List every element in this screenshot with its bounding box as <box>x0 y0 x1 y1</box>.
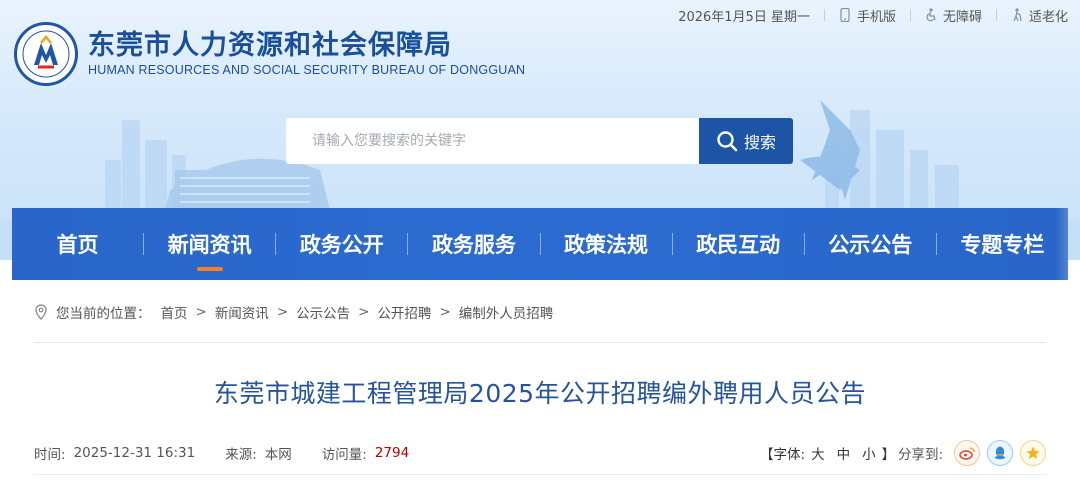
breadcrumb-separator: > <box>358 304 370 320</box>
font-size-large[interactable]: 大 <box>811 443 825 463</box>
nav-item-label: 政务公开 <box>299 233 384 257</box>
weibo-share-button[interactable] <box>954 440 981 466</box>
search-bar: 搜索 <box>286 118 793 164</box>
mobile-version-label: 手机版 <box>856 9 896 25</box>
breadcrumb-news[interactable]: 新闻资讯 <box>215 302 269 322</box>
qzone-share-button[interactable] <box>1020 440 1047 466</box>
search-button[interactable]: 搜索 <box>699 118 793 164</box>
views-label: 访问量: <box>321 447 367 463</box>
accessibility-link[interactable]: 无障碍 <box>925 6 982 25</box>
weibo-icon <box>959 447 975 460</box>
share-label: 分享到: <box>898 447 944 463</box>
site-name-cn: 东莞市人力资源和社会保障局 <box>88 30 452 61</box>
divider <box>909 9 911 21</box>
qq-share-button[interactable] <box>987 440 1014 466</box>
breadcrumb-home[interactable]: 首页 <box>161 302 188 322</box>
star-icon <box>1026 446 1040 459</box>
article-meta: 时间: 2025-12-31 16:31 来源: 本网 访问量: 2794 <box>34 443 409 463</box>
search-button-label: 搜索 <box>743 133 776 152</box>
divider <box>34 474 1046 475</box>
search-icon <box>717 131 738 152</box>
source-label: 来源: <box>225 447 257 463</box>
top-utility-bar: 2026年1月5日 星期一 手机版 无障碍 适老化 <box>678 6 1068 25</box>
breadcrumb: 您当前的位置： 首页 > 新闻资讯 > 公示公告 > 公开招聘 > 编制外人员招… <box>34 302 553 322</box>
mobile-icon <box>840 8 850 22</box>
breadcrumb-separator: > <box>439 304 451 320</box>
site-logo[interactable]: 东莞市人力资源和社会保障局 HUMAN RESOURCES AND SOCIAL… <box>14 22 525 86</box>
publish-time: 2025-12-31 16:31 <box>73 445 196 461</box>
font-size-label: 【字体: <box>760 447 806 463</box>
nav-item-label: 政务服务 <box>431 233 516 257</box>
nav-item-label: 政策法规 <box>564 233 649 257</box>
breadcrumb-separator: > <box>276 304 289 320</box>
bureau-emblem <box>14 22 78 86</box>
nav-item-home[interactable]: 首页 <box>12 229 143 259</box>
breadcrumb-recruitment[interactable]: 公开招聘 <box>377 302 431 322</box>
font-size-medium[interactable]: 中 <box>837 443 851 463</box>
divider <box>34 342 1046 343</box>
font-size-control: 【字体: 大 中 小 】 <box>760 443 895 463</box>
breadcrumb-non-staff-recruitment[interactable]: 编制外人员招聘 <box>459 302 554 322</box>
breadcrumb-separator: > <box>195 304 207 320</box>
breadcrumb-prefix: 您当前的位置： <box>56 306 151 322</box>
accessibility-icon <box>926 8 936 22</box>
article-title: 东莞市城建工程管理局2025年公开招聘编外聘用人员公告 <box>213 379 867 408</box>
current-date: 2026年1月5日 星期一 <box>678 9 810 25</box>
time-label: 时间: <box>34 447 66 463</box>
site-name-en: HUMAN RESOURCES AND SOCIAL SECURITY BURE… <box>88 63 526 77</box>
source-value: 本网 <box>264 447 292 463</box>
qq-icon <box>995 446 1006 460</box>
nav-item-label: 新闻资讯 <box>167 233 252 257</box>
nav-item-label: 公示公告 <box>828 233 913 257</box>
search-input[interactable] <box>286 118 699 164</box>
nav-edge-decoration <box>1056 208 1068 280</box>
accessibility-label: 无障碍 <box>942 9 982 25</box>
elderly-mode-link[interactable]: 适老化 <box>1011 6 1068 25</box>
nav-item-label: 专题专栏 <box>960 233 1045 257</box>
divider <box>995 9 997 21</box>
nav-item-policies[interactable]: 政策法规 <box>541 229 672 259</box>
nav-item-interaction[interactable]: 政民互动 <box>673 229 804 259</box>
elderly-mode-label: 适老化 <box>1028 9 1068 25</box>
divider <box>823 9 825 21</box>
nav-item-government-affairs[interactable]: 政务公开 <box>276 229 407 259</box>
location-pin-icon <box>35 304 47 320</box>
mobile-version-link[interactable]: 手机版 <box>839 6 896 25</box>
nav-item-announcements[interactable]: 公示公告 <box>805 229 936 259</box>
nav-item-services[interactable]: 政务服务 <box>408 229 539 259</box>
nav-item-news[interactable]: 新闻资讯 <box>144 229 275 271</box>
main-nav: 首页 新闻资讯 政务公开 政务服务 政策法规 政民互动 公示公告 专题专栏 <box>12 208 1068 280</box>
elderly-icon <box>1013 8 1022 22</box>
breadcrumb-announcements[interactable]: 公示公告 <box>296 302 350 322</box>
font-size-small[interactable]: 小 <box>862 443 876 463</box>
share-bar: 分享到: <box>898 438 1047 468</box>
nav-item-label: 首页 <box>56 233 99 257</box>
nav-item-special-topics[interactable]: 专题专栏 <box>937 229 1068 259</box>
font-size-close: 】 <box>881 447 896 463</box>
nav-item-label: 政民互动 <box>696 233 781 257</box>
active-nav-indicator <box>196 267 223 271</box>
view-count: 2794 <box>374 445 410 461</box>
